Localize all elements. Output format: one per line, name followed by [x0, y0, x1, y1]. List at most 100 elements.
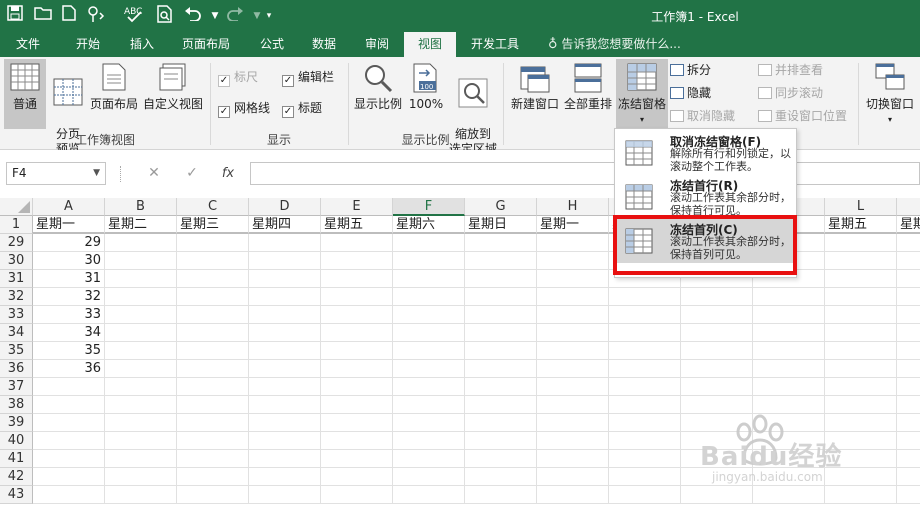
empty-cell[interactable]	[537, 450, 609, 468]
empty-cell[interactable]	[177, 414, 249, 432]
header-cell[interactable]: 星期三	[177, 216, 249, 234]
number-cell[interactable]	[33, 414, 105, 432]
empty-cell[interactable]	[465, 396, 537, 414]
empty-cell[interactable]	[177, 234, 249, 252]
column-header-a[interactable]: A	[33, 198, 105, 216]
empty-cell[interactable]	[105, 252, 177, 270]
empty-cell[interactable]	[105, 342, 177, 360]
row-header[interactable]: 29	[0, 234, 33, 252]
empty-cell[interactable]	[105, 306, 177, 324]
column-header-l[interactable]: L	[825, 198, 897, 216]
empty-cell[interactable]	[681, 360, 753, 378]
number-cell[interactable]: 32	[33, 288, 105, 306]
empty-cell[interactable]	[321, 432, 393, 450]
empty-cell[interactable]	[681, 288, 753, 306]
freeze-top-row-item[interactable]: 冻结首行(R) 滚动工作表其余部分时，保持首行可见。	[617, 175, 795, 219]
empty-cell[interactable]	[897, 270, 920, 288]
row-header[interactable]: 42	[0, 468, 33, 486]
insert-function-icon[interactable]: fx	[217, 162, 239, 185]
empty-cell[interactable]	[897, 360, 920, 378]
page-break-preview-button[interactable]: 分页 预览	[48, 59, 88, 156]
split-button[interactable]: 拆分	[670, 61, 711, 79]
header-cell[interactable]: 星期日	[465, 216, 537, 234]
formula-input[interactable]	[250, 162, 920, 185]
empty-cell[interactable]	[321, 378, 393, 396]
empty-cell[interactable]	[465, 270, 537, 288]
empty-cell[interactable]	[105, 450, 177, 468]
gridlines-checkbox[interactable]: ✓ 网格线	[218, 99, 270, 118]
empty-cell[interactable]	[177, 486, 249, 504]
empty-cell[interactable]	[825, 288, 897, 306]
row-header[interactable]: 38	[0, 396, 33, 414]
empty-cell[interactable]	[465, 252, 537, 270]
number-cell[interactable]: 36	[33, 360, 105, 378]
row-header[interactable]: 41	[0, 450, 33, 468]
number-cell[interactable]: 29	[33, 234, 105, 252]
empty-cell[interactable]	[393, 414, 465, 432]
zoom-100-button[interactable]: 100 100%	[406, 59, 446, 129]
empty-cell[interactable]	[105, 468, 177, 486]
empty-cell[interactable]	[393, 486, 465, 504]
number-cell[interactable]	[33, 378, 105, 396]
empty-cell[interactable]	[825, 324, 897, 342]
number-cell[interactable]	[33, 450, 105, 468]
column-header-m[interactable]: M	[897, 198, 920, 216]
empty-cell[interactable]	[105, 270, 177, 288]
header-cell[interactable]: 星期四	[249, 216, 321, 234]
zoom-button[interactable]: 显示比例	[352, 59, 404, 129]
empty-cell[interactable]	[249, 324, 321, 342]
empty-cell[interactable]	[105, 324, 177, 342]
empty-cell[interactable]	[825, 234, 897, 252]
arrange-all-button[interactable]: 全部重排	[562, 59, 614, 129]
header-cell[interactable]: 星期五	[825, 216, 897, 234]
empty-cell[interactable]	[393, 378, 465, 396]
empty-cell[interactable]	[465, 450, 537, 468]
row-header[interactable]: 33	[0, 306, 33, 324]
empty-cell[interactable]	[537, 468, 609, 486]
row-header[interactable]: 43	[0, 486, 33, 504]
empty-cell[interactable]	[177, 450, 249, 468]
empty-cell[interactable]	[393, 396, 465, 414]
empty-cell[interactable]	[825, 270, 897, 288]
switch-windows-button[interactable]: 切换窗口 ▾	[862, 59, 918, 129]
empty-cell[interactable]	[537, 486, 609, 504]
normal-view-button[interactable]: 普通	[4, 59, 46, 129]
header-cell[interactable]: 星期五	[321, 216, 393, 234]
empty-cell[interactable]	[609, 288, 681, 306]
empty-cell[interactable]	[177, 324, 249, 342]
empty-cell[interactable]	[321, 288, 393, 306]
empty-cell[interactable]	[393, 306, 465, 324]
empty-cell[interactable]	[465, 288, 537, 306]
column-header-d[interactable]: D	[249, 198, 321, 216]
empty-cell[interactable]	[825, 360, 897, 378]
header-cell[interactable]: 星期一	[537, 216, 609, 234]
empty-cell[interactable]	[897, 288, 920, 306]
name-box[interactable]: F4 ▼	[6, 162, 106, 185]
empty-cell[interactable]	[393, 324, 465, 342]
empty-cell[interactable]	[177, 288, 249, 306]
enter-icon[interactable]: ✓	[181, 162, 203, 185]
unhide-button[interactable]: 取消隐藏	[670, 107, 735, 125]
empty-cell[interactable]	[321, 324, 393, 342]
empty-cell[interactable]	[897, 342, 920, 360]
empty-cell[interactable]	[753, 306, 825, 324]
empty-cell[interactable]	[177, 360, 249, 378]
empty-cell[interactable]	[609, 324, 681, 342]
row-header[interactable]: 35	[0, 342, 33, 360]
empty-cell[interactable]	[609, 396, 681, 414]
empty-cell[interactable]	[465, 378, 537, 396]
empty-cell[interactable]	[465, 486, 537, 504]
empty-cell[interactable]	[609, 342, 681, 360]
empty-cell[interactable]	[105, 432, 177, 450]
empty-cell[interactable]	[105, 288, 177, 306]
column-header-e[interactable]: E	[321, 198, 393, 216]
empty-cell[interactable]	[537, 288, 609, 306]
empty-cell[interactable]	[753, 288, 825, 306]
empty-cell[interactable]	[393, 288, 465, 306]
empty-cell[interactable]	[249, 396, 321, 414]
empty-cell[interactable]	[105, 378, 177, 396]
empty-cell[interactable]	[393, 432, 465, 450]
empty-cell[interactable]	[177, 306, 249, 324]
empty-cell[interactable]	[177, 342, 249, 360]
empty-cell[interactable]	[105, 396, 177, 414]
